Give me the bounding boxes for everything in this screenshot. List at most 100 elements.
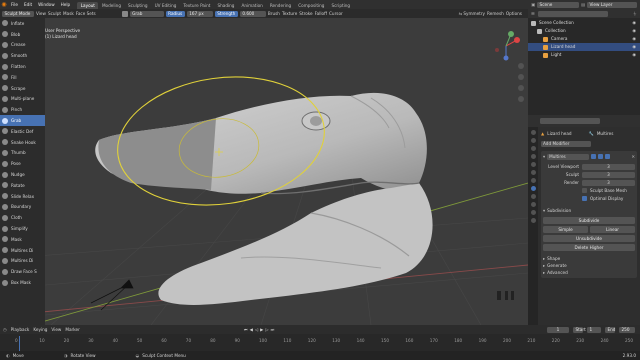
falloff-menu[interactable]: Falloff	[315, 11, 327, 16]
tool-snake-hook[interactable]: Snake Hook	[0, 137, 45, 148]
camera-view-icon[interactable]	[518, 85, 524, 91]
collapsed-panel[interactable]: ▸ Shape	[543, 255, 635, 262]
tool-crease[interactable]: Crease	[0, 40, 45, 51]
checkbox-icon[interactable]	[582, 188, 587, 193]
play-icon[interactable]: ▶	[260, 327, 263, 332]
radius-field[interactable]: 167 px	[186, 10, 213, 17]
tool-boundary[interactable]: Boundary	[0, 202, 45, 213]
outliner-filter-icon[interactable]: ☰	[531, 11, 535, 16]
visibility-eye-icon[interactable]: ◉	[632, 35, 636, 43]
menu-mask[interactable]: Mask	[63, 11, 74, 16]
menu-face-sets[interactable]: Face Sets	[76, 11, 96, 16]
render-toggle-icon[interactable]	[605, 154, 611, 159]
blender-logo-icon[interactable]: ◉	[0, 0, 8, 9]
subdivision-panel-header[interactable]: ▾ Subdivision	[543, 207, 635, 214]
tab-texture-paint[interactable]: Texture Paint	[180, 2, 214, 9]
collapsed-panel[interactable]: ▸ Advanced	[543, 269, 635, 276]
outliner-search-input[interactable]	[537, 10, 608, 17]
visibility-eye-icon[interactable]: ◉	[632, 27, 636, 35]
tool-props-icon[interactable]	[530, 130, 536, 135]
tool-pinch[interactable]: Pinch	[0, 104, 45, 115]
render-props-icon[interactable]	[530, 138, 536, 143]
visibility-eye-icon[interactable]: ◉	[632, 19, 636, 27]
remesh-menu[interactable]: Remesh	[487, 11, 504, 16]
play-reverse-icon[interactable]: ◁	[255, 327, 258, 332]
menu-help[interactable]: Help	[58, 0, 74, 9]
tool-fill[interactable]: Fill	[0, 72, 45, 83]
outliner-item[interactable]: Camera ◉	[528, 35, 640, 43]
output-props-icon[interactable]	[530, 146, 536, 151]
tool-box-mask[interactable]: Box Mask	[0, 277, 45, 288]
jump-end-icon[interactable]: ⏭	[271, 327, 275, 332]
constraints-props-icon[interactable]	[530, 210, 536, 215]
tool-multi-plane[interactable]: Multi-plane	[0, 94, 45, 105]
level-field-value[interactable]: 3	[582, 179, 635, 186]
tab-scripting[interactable]: Scripting	[328, 2, 354, 9]
checkbox-checked-icon[interactable]	[582, 196, 587, 201]
outliner-item[interactable]: Lizard head ◉	[528, 43, 640, 51]
particles-props-icon[interactable]	[530, 194, 536, 199]
step-forward-icon[interactable]: ▷	[265, 327, 268, 332]
tab-layout[interactable]: Layout	[77, 1, 99, 9]
modifier-close-icon[interactable]: ✕	[631, 154, 635, 159]
menu-keying[interactable]: Keying	[33, 327, 47, 332]
expand-arrow-icon[interactable]: ▾	[543, 154, 545, 159]
simple-button[interactable]: Simple	[543, 226, 588, 233]
physics-props-icon[interactable]	[530, 202, 536, 207]
tab-animation[interactable]: Animation	[238, 2, 266, 9]
menu-view[interactable]: View	[36, 11, 46, 16]
tab-shading[interactable]: Shading	[214, 2, 238, 9]
object-props-icon[interactable]	[530, 178, 536, 183]
strength-field[interactable]: 0.600	[239, 10, 266, 17]
menu-file[interactable]: File	[8, 0, 21, 9]
texture-menu[interactable]: Texture	[282, 11, 297, 16]
zoom-icon[interactable]	[518, 63, 524, 69]
realtime-toggle-icon[interactable]	[598, 154, 604, 159]
checkbox-row[interactable]: Optimal Display	[543, 195, 635, 202]
symmetry-menu[interactable]: Symmetry	[463, 11, 485, 16]
tool-elastic-def[interactable]: Elastic Def	[0, 126, 45, 137]
scene-selector[interactable]: Scene	[537, 1, 580, 8]
unsubdivide-button[interactable]: Unsubdivide	[543, 235, 635, 242]
tool-inflate[interactable]: Inflate	[0, 18, 45, 29]
tab-sculpting[interactable]: Sculpting	[125, 2, 152, 9]
tool-thumb[interactable]: Thumb	[0, 148, 45, 159]
pan-hand-icon[interactable]	[518, 74, 524, 80]
tool-smooth[interactable]: Smooth	[0, 50, 45, 61]
tool-draw-face-s[interactable]: Draw Face S	[0, 266, 45, 277]
outliner-filter-funnel-icon[interactable]: ⏚	[633, 11, 637, 17]
tab-modeling[interactable]: Modeling	[98, 2, 124, 9]
world-props-icon[interactable]	[530, 170, 536, 175]
viewport-canvas[interactable]	[11, 18, 528, 325]
options-menu[interactable]: Options	[506, 11, 522, 16]
brush-selector[interactable]: Grab	[129, 10, 164, 17]
checkbox-row[interactable]: Sculpt Base Mesh	[543, 187, 635, 194]
3d-viewport[interactable]: User Perspective (1) Lizard head	[11, 18, 528, 325]
grid-toggle-icon[interactable]	[518, 96, 524, 102]
properties-search[interactable]	[540, 118, 600, 124]
tab-compositing[interactable]: Compositing	[295, 2, 328, 9]
scene-props-icon[interactable]	[530, 162, 536, 167]
timeline-editor-icon[interactable]: ◷	[3, 327, 7, 332]
linear-button[interactable]: Linear	[590, 226, 635, 233]
visibility-eye-icon[interactable]: ◉	[632, 51, 636, 59]
menu-sculpt[interactable]: Sculpt	[48, 11, 61, 16]
start-frame-field[interactable]: 1	[587, 326, 601, 333]
tool-blob[interactable]: Blob	[0, 29, 45, 40]
tool-scrape[interactable]: Scrape	[0, 83, 45, 94]
brush-icon[interactable]	[121, 10, 128, 17]
collapsed-panel[interactable]: ▸ Generate	[543, 262, 635, 269]
edit-mode-toggle-icon[interactable]	[591, 154, 597, 159]
timeline-ruler[interactable]: 0 10 20 30 40 50 60 70 80 90 100 110 120 130 140 150 160…	[0, 336, 640, 351]
tab-uv-editing[interactable]: UV Editing	[151, 2, 180, 9]
outliner-item[interactable]: Light ◉	[528, 51, 640, 59]
menu-timeline-view[interactable]: View	[51, 327, 61, 332]
subdivide-button[interactable]: Subdivide	[543, 217, 635, 224]
tool-rotate[interactable]: Rotate	[0, 180, 45, 191]
tool-grab[interactable]: Grab	[0, 115, 45, 126]
menu-window[interactable]: Window	[35, 0, 58, 9]
modifier-name-field[interactable]: Multires	[547, 153, 590, 160]
tool-slide-relax[interactable]: Slide Relax	[0, 191, 45, 202]
level-field-value[interactable]: 3	[582, 163, 635, 170]
tool-nudge[interactable]: Nudge	[0, 169, 45, 180]
